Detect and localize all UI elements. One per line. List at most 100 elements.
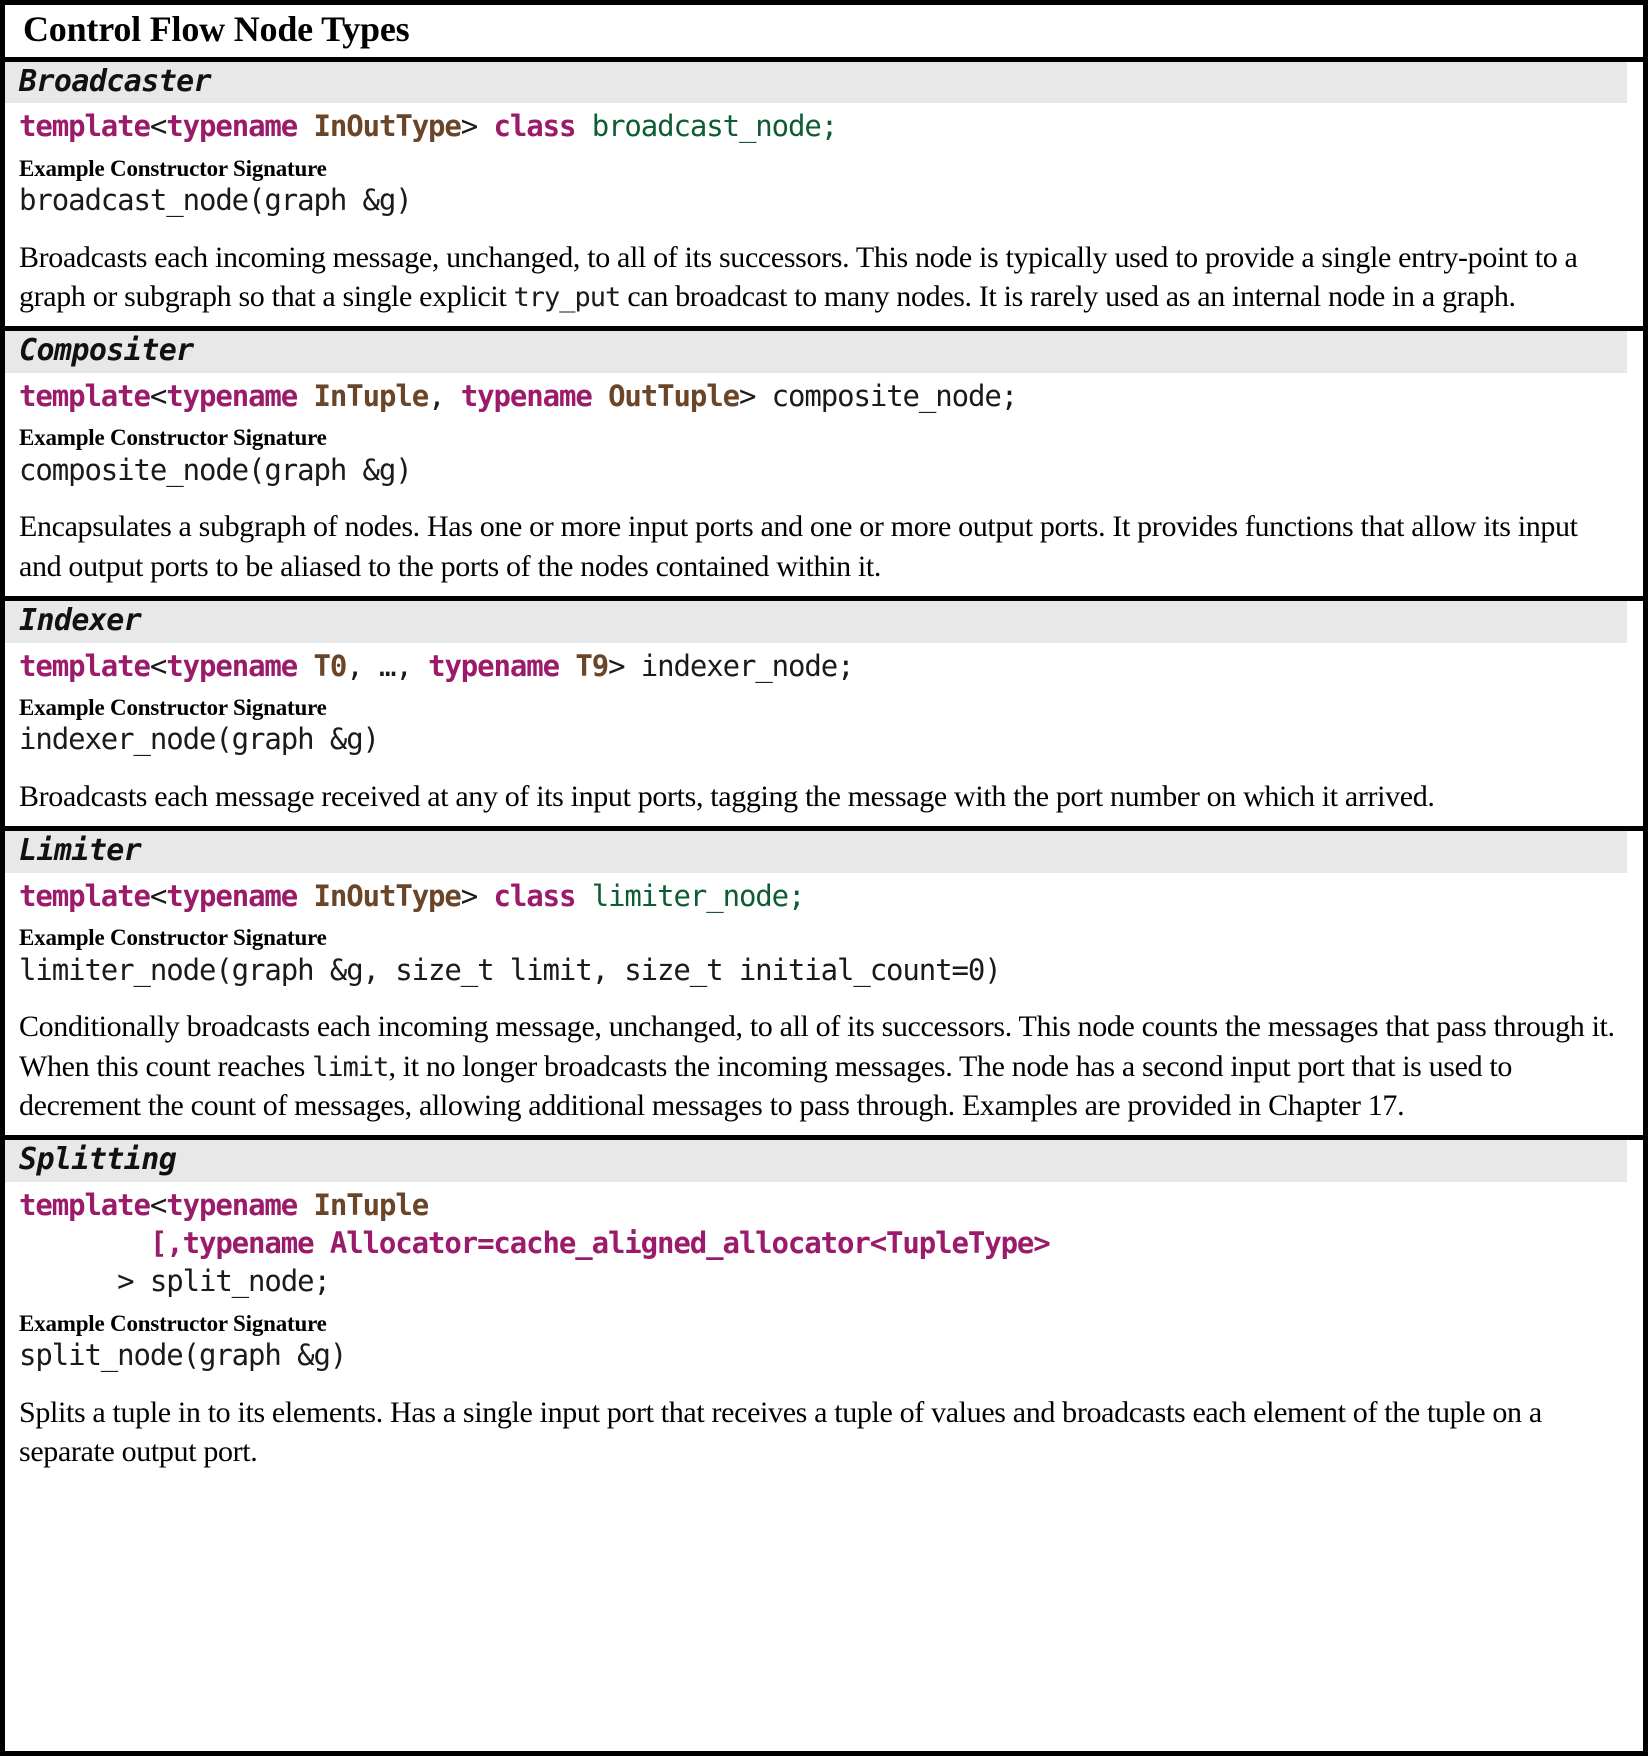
constructor-signature-group: Example Constructor Signature indexer_nod…: [5, 689, 1643, 761]
inline-code: limit: [312, 1051, 389, 1083]
node-description: Broadcasts each incoming message, unchan…: [19, 240, 1578, 314]
page-title: Control Flow Node Types: [23, 9, 410, 49]
code-token: typename: [166, 878, 298, 913]
template-declaration: template<typename T0, …, typename T9> in…: [5, 643, 1643, 689]
code-token: template: [19, 648, 151, 683]
code-token: InOutType: [313, 878, 462, 913]
code-token: ;: [820, 109, 839, 144]
section-header-band: Limiter: [5, 831, 1627, 873]
code-line: template<typename InOutType> class limit…: [19, 877, 1629, 915]
code-token: <: [149, 378, 168, 413]
code-token: T9: [575, 648, 609, 683]
code-token: InOutType: [313, 109, 462, 144]
template-declaration: template<typename InOutType> class limit…: [5, 873, 1643, 919]
code-line: > split_node;: [19, 1262, 1629, 1300]
code-token: [,typename Allocator=cache_aligned_alloc…: [19, 1225, 1051, 1260]
code-token: template: [19, 109, 151, 144]
template-declaration: template<typename InOutType> class broad…: [5, 103, 1643, 149]
constructor-signature-label: Example Constructor Signature: [19, 425, 327, 451]
code-token: template: [19, 878, 151, 913]
section-header-label: Broadcaster: [19, 63, 212, 99]
code-token: typename: [166, 1187, 298, 1222]
constructor-signature-code: broadcast_node(graph &g): [19, 183, 413, 218]
constructor-signature-code: limiter_node(graph &g, size_t limit, siz…: [19, 952, 1002, 987]
inline-code: try_put: [513, 282, 621, 314]
section-header-band: Broadcaster: [5, 61, 1627, 104]
table-title-row: Control Flow Node Types: [5, 5, 1643, 62]
constructor-signature-label: Example Constructor Signature: [19, 694, 327, 720]
code-token: > indexer_node;: [608, 648, 855, 683]
code-token: T0: [313, 648, 348, 683]
code-token: ,: [428, 378, 461, 413]
code-token: template: [19, 378, 151, 413]
constructor-signature-group: Example Constructor Signature limiter_nod…: [5, 919, 1643, 991]
code-token: typename: [166, 378, 298, 413]
code-line: [,typename Allocator=cache_aligned_alloc…: [19, 1224, 1629, 1262]
node-description: Splits a tuple in to its elements. Has a…: [19, 1395, 1542, 1468]
code-token: InTuple: [313, 378, 430, 413]
code-token: <: [149, 878, 168, 913]
code-token: typename: [166, 109, 298, 144]
code-token: limiter_node: [591, 878, 789, 913]
code-line: template<typename InTuple: [19, 1186, 1629, 1224]
code-token: typename: [166, 648, 298, 683]
code-token: InTuple: [313, 1187, 430, 1222]
code-token: class: [493, 878, 577, 913]
node-type-section: Limiter template<typename InOutType> clas…: [5, 831, 1643, 1141]
code-token: typename: [460, 378, 593, 413]
code-token: >: [460, 109, 494, 144]
code-line: template<typename InOutType> class broad…: [19, 107, 1629, 145]
node-type-section: Broadcaster template<typename InOutType> …: [5, 61, 1643, 332]
constructor-signature-group: Example Constructor Signature broadcast_n…: [5, 150, 1643, 222]
control-flow-node-types-table: Control Flow Node Types Broadcaster templ…: [0, 0, 1648, 1756]
template-declaration: template<typename InTuple [,typename All…: [5, 1182, 1643, 1305]
code-token: > split_node;: [19, 1264, 331, 1299]
section-header-label: Splitting: [19, 1142, 177, 1178]
code-token: ;: [788, 878, 806, 913]
node-description: Encapsulates a subgraph of nodes. Has on…: [19, 510, 1578, 583]
constructor-signature-code: split_node(graph &g): [19, 1337, 347, 1372]
constructor-signature-label: Example Constructor Signature: [19, 155, 327, 181]
constructor-signature-label: Example Constructor Signature: [19, 1310, 327, 1336]
node-description: Conditionally broadcasts each incoming m…: [19, 1010, 1615, 1122]
section-header-label: Limiter: [19, 833, 142, 869]
code-token: <: [149, 109, 168, 144]
constructor-signature-group: Example Constructor Signature split_node(…: [5, 1305, 1643, 1377]
code-token: OutTuple: [608, 378, 740, 413]
constructor-signature-code: composite_node(graph &g): [19, 452, 413, 487]
code-token: <: [149, 648, 168, 683]
code-token: >: [460, 878, 494, 913]
section-header-band: Splitting: [5, 1140, 1627, 1182]
code-line: template<typename InTuple, typename OutT…: [19, 377, 1629, 415]
constructor-signature-group: Example Constructor Signature composite_n…: [5, 419, 1643, 491]
constructor-signature-label: Example Constructor Signature: [19, 925, 327, 951]
code-token: class: [493, 109, 577, 144]
node-type-section: Compositer template<typename InTuple, typ…: [5, 331, 1643, 601]
code-line: template<typename T0, …, typename T9> in…: [19, 647, 1629, 685]
node-type-section: Splitting template<typename InTuple [,typ…: [5, 1140, 1643, 1482]
section-header-band: Compositer: [5, 331, 1627, 373]
code-token: , …,: [346, 648, 429, 683]
code-token: broadcast_node: [591, 109, 822, 144]
node-description: Broadcasts each message received at any …: [19, 779, 1435, 813]
table-body: Broadcaster template<typename InOutType> …: [5, 61, 1643, 1482]
code-token: > composite_node;: [738, 378, 1018, 413]
section-header-band: Indexer: [5, 600, 1627, 643]
constructor-signature-code: indexer_node(graph &g): [19, 722, 380, 757]
node-type-section: Indexer template<typename T0, …, typename…: [5, 600, 1643, 832]
template-declaration: template<typename InTuple, typename OutT…: [5, 373, 1643, 419]
section-header-label: Compositer: [19, 333, 194, 369]
section-header-label: Indexer: [19, 602, 142, 638]
code-token: <: [149, 1187, 168, 1222]
code-token: template: [19, 1187, 151, 1222]
code-token: typename: [428, 648, 560, 683]
